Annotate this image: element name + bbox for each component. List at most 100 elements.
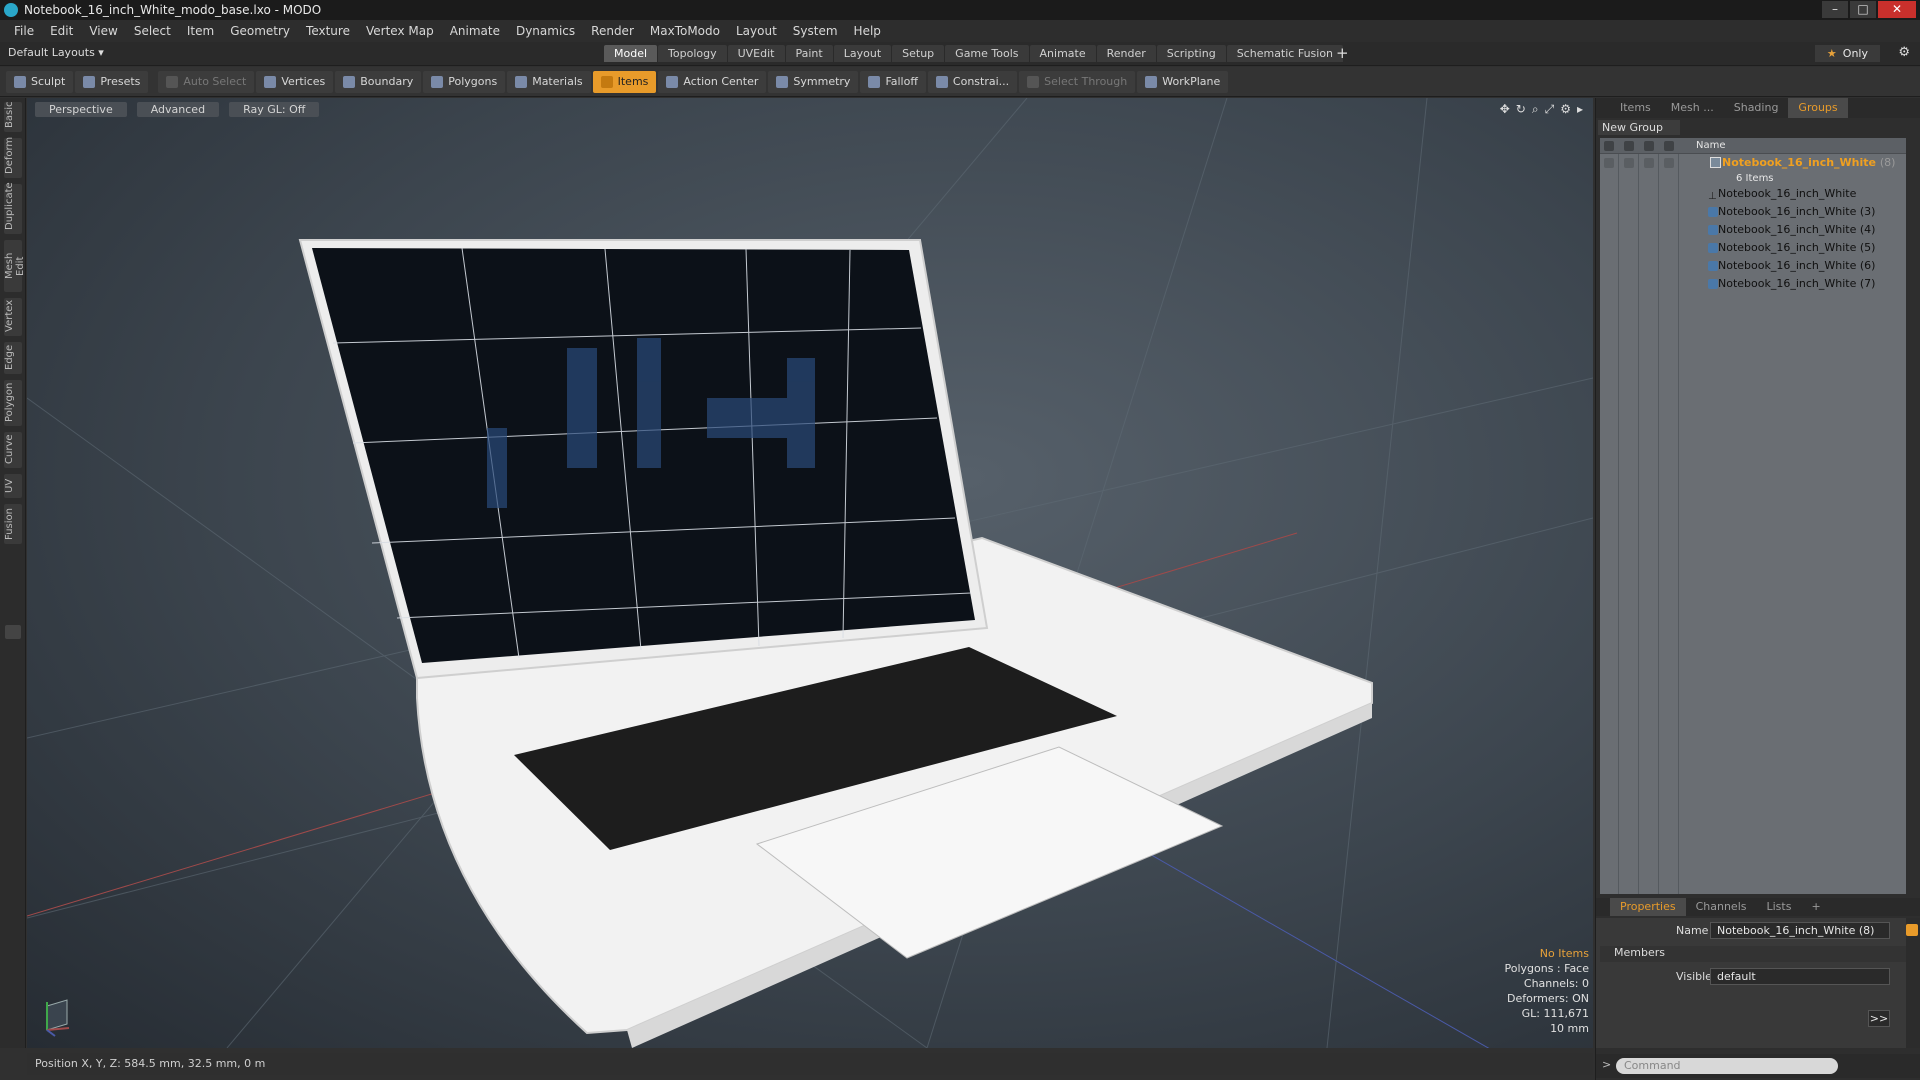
menu-render[interactable]: Render bbox=[583, 24, 642, 38]
group-row[interactable]: Notebook_16_inch_White (8) bbox=[1600, 154, 1906, 172]
tab-game-tools[interactable]: Game Tools bbox=[945, 45, 1029, 62]
tab-basic[interactable]: Basic bbox=[4, 102, 22, 132]
gear-icon[interactable]: ⚙ bbox=[1898, 45, 1910, 60]
workplane-button[interactable]: WorkPlane bbox=[1137, 70, 1229, 93]
fit-icon[interactable]: ⤢ bbox=[1545, 102, 1555, 117]
boundary-button[interactable]: Boundary bbox=[335, 70, 422, 93]
select-column-icon[interactable] bbox=[1664, 141, 1674, 151]
tab-items[interactable]: Items bbox=[1610, 98, 1661, 118]
more-button[interactable]: >> bbox=[1868, 1010, 1890, 1027]
menu-item[interactable]: Item bbox=[179, 24, 222, 38]
presets-button[interactable]: Presets bbox=[75, 70, 149, 93]
menu-edit[interactable]: Edit bbox=[42, 24, 81, 38]
tab-shading[interactable]: Shading bbox=[1724, 98, 1789, 118]
tab-lists[interactable]: Lists bbox=[1757, 898, 1802, 916]
tab-mesh[interactable]: Mesh ... bbox=[1661, 98, 1724, 118]
menu-maxtomodo[interactable]: MaxToModo bbox=[642, 24, 728, 38]
select-through-button[interactable]: Select Through bbox=[1019, 70, 1136, 93]
materials-button[interactable]: Materials bbox=[507, 70, 591, 93]
close-button[interactable]: ✕ bbox=[1878, 1, 1916, 18]
menu-system[interactable]: System bbox=[785, 24, 846, 38]
tree-item[interactable]: Notebook_16_inch_White (4) bbox=[1600, 221, 1906, 239]
tab-uv[interactable]: UV bbox=[4, 474, 22, 498]
command-input[interactable]: Command bbox=[1616, 1058, 1838, 1074]
tab-scripting[interactable]: Scripting bbox=[1156, 45, 1226, 62]
tab-properties[interactable]: Properties bbox=[1610, 898, 1686, 916]
menu-vertex-map[interactable]: Vertex Map bbox=[358, 24, 442, 38]
menu-dynamics[interactable]: Dynamics bbox=[508, 24, 583, 38]
menu-texture[interactable]: Texture bbox=[298, 24, 358, 38]
pan-icon[interactable]: ✥ bbox=[1500, 102, 1510, 117]
toolbox-toggle-button[interactable] bbox=[5, 625, 21, 639]
perspective-dropdown[interactable]: Perspective bbox=[35, 102, 127, 117]
tab-schematic-fusion[interactable]: Schematic Fusion bbox=[1226, 45, 1344, 62]
tab-curve[interactable]: Curve bbox=[4, 432, 22, 468]
viewport-settings-icon[interactable]: ⚙ bbox=[1560, 102, 1571, 117]
menu-animate[interactable]: Animate bbox=[442, 24, 508, 38]
channels-stat: Channels: 0 bbox=[1523, 977, 1589, 990]
tab-topology[interactable]: Topology bbox=[658, 45, 727, 62]
lock-column-icon[interactable] bbox=[1644, 141, 1654, 151]
tree-item[interactable]: Notebook_16_inch_White (3) bbox=[1600, 203, 1906, 221]
visible-dropdown[interactable]: default bbox=[1710, 968, 1890, 985]
render-icon[interactable] bbox=[1624, 158, 1634, 168]
tab-model[interactable]: Model bbox=[604, 45, 658, 62]
only-toggle[interactable]: ★ Only bbox=[1814, 45, 1880, 62]
tab-setup[interactable]: Setup bbox=[892, 45, 945, 62]
tab-groups[interactable]: Groups bbox=[1788, 98, 1848, 118]
tree-item[interactable]: Notebook_16_inch_White (5) bbox=[1600, 239, 1906, 257]
maximize-button[interactable]: □ bbox=[1850, 1, 1876, 18]
sculpt-button[interactable]: Sculpt bbox=[6, 70, 74, 93]
select-icon[interactable] bbox=[1664, 158, 1674, 168]
raygl-toggle[interactable]: Ray GL: Off bbox=[229, 102, 320, 117]
menu-layout[interactable]: Layout bbox=[728, 24, 785, 38]
expand-arrow-icon[interactable]: ▸ bbox=[1577, 102, 1583, 117]
action-center-button[interactable]: Action Center bbox=[658, 70, 767, 93]
tree-item[interactable]: Notebook_16_inch_White (6) bbox=[1600, 257, 1906, 275]
menu-help[interactable]: Help bbox=[846, 24, 889, 38]
tab-polygon[interactable]: Polygon bbox=[4, 380, 22, 426]
tab-layout[interactable]: Layout bbox=[833, 45, 892, 62]
menu-file[interactable]: File bbox=[6, 24, 42, 38]
new-group-button[interactable]: New Group bbox=[1598, 120, 1680, 135]
members-section[interactable]: Members bbox=[1600, 946, 1906, 962]
zoom-icon[interactable]: ⌕ bbox=[1532, 102, 1539, 117]
visibility-column-icon[interactable] bbox=[1604, 141, 1614, 151]
tab-render[interactable]: Render bbox=[1096, 45, 1156, 62]
tab-paint[interactable]: Paint bbox=[785, 45, 833, 62]
items-button[interactable]: Items bbox=[592, 70, 657, 93]
menu-view[interactable]: View bbox=[81, 24, 125, 38]
rotate-icon[interactable]: ↻ bbox=[1516, 102, 1526, 117]
tab-fusion[interactable]: Fusion bbox=[4, 504, 22, 544]
tab-vertex[interactable]: Vertex bbox=[4, 298, 22, 336]
constraints-button[interactable]: Constrai... bbox=[927, 70, 1018, 93]
symmetry-button[interactable]: Symmetry bbox=[768, 70, 859, 93]
tab-uvedit[interactable]: UVEdit bbox=[727, 45, 785, 62]
tab-channels[interactable]: Channels bbox=[1686, 898, 1757, 916]
tab-mesh-edit[interactable]: Mesh Edit bbox=[4, 240, 26, 292]
tab-duplicate[interactable]: Duplicate bbox=[4, 182, 22, 234]
tree-item[interactable]: Notebook_16_inch_White (7) bbox=[1600, 275, 1906, 293]
menu-select[interactable]: Select bbox=[126, 24, 179, 38]
color-swatch[interactable] bbox=[1906, 924, 1918, 936]
polygons-button[interactable]: Polygons bbox=[423, 70, 506, 93]
add-tab-icon[interactable]: + bbox=[1801, 898, 1830, 916]
3d-viewport[interactable]: Perspective Advanced Ray GL: Off ✥ ↻ ⌕ ⤢… bbox=[27, 98, 1593, 1048]
auto-select-button[interactable]: Auto Select bbox=[158, 70, 255, 93]
falloff-button[interactable]: Falloff bbox=[860, 70, 926, 93]
menu-geometry[interactable]: Geometry bbox=[222, 24, 298, 38]
tab-deform[interactable]: Deform bbox=[4, 137, 22, 178]
name-field[interactable]: Notebook_16_inch_White (8) bbox=[1710, 922, 1890, 939]
tab-animate[interactable]: Animate bbox=[1029, 45, 1096, 62]
minimize-button[interactable]: – bbox=[1822, 1, 1848, 18]
advanced-dropdown[interactable]: Advanced bbox=[136, 102, 220, 117]
render-column-icon[interactable] bbox=[1624, 141, 1634, 151]
lock-icon[interactable] bbox=[1644, 158, 1654, 168]
default-layouts-dropdown[interactable]: Default Layouts ▾ bbox=[8, 46, 104, 59]
vertices-button[interactable]: Vertices bbox=[256, 70, 334, 93]
properties-tabs: Properties Channels Lists + bbox=[1596, 898, 1920, 916]
add-layout-icon[interactable]: + bbox=[1336, 44, 1349, 62]
tab-edge[interactable]: Edge bbox=[4, 342, 22, 374]
eye-icon[interactable] bbox=[1604, 158, 1614, 168]
tree-item[interactable]: ⊥ Notebook_16_inch_White bbox=[1600, 185, 1906, 203]
